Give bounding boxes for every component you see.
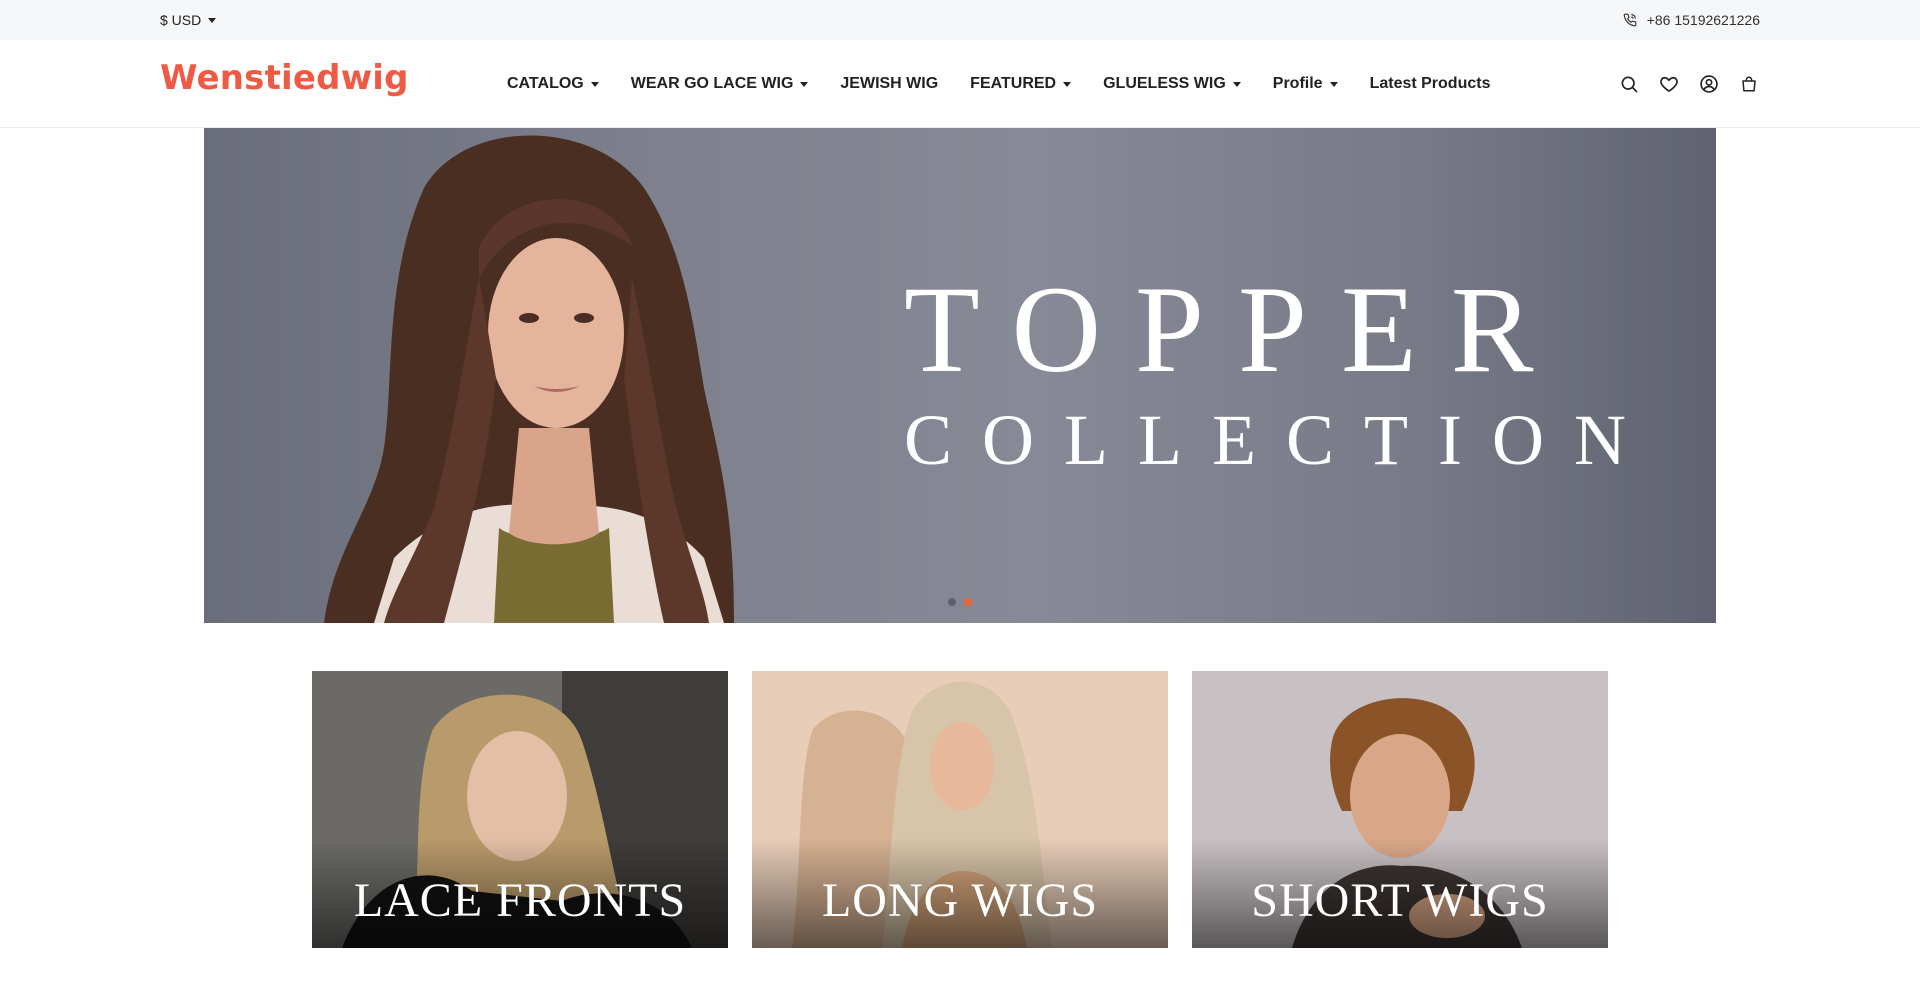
chevron-down-icon xyxy=(1329,81,1338,87)
category-card-lace-fronts[interactable]: LACE FRONTS xyxy=(312,671,728,948)
nav-item-profile[interactable]: Profile xyxy=(1273,75,1338,93)
phone-icon xyxy=(1623,13,1637,27)
nav-item-label: WEAR GO LACE WIG xyxy=(630,75,794,92)
nav-item-label: Profile xyxy=(1272,75,1323,92)
chevron-down-icon xyxy=(800,81,809,87)
nav-item-label: GLUELESS WIG xyxy=(1103,75,1226,92)
hero-subtitle: COLLECTION xyxy=(904,400,1656,480)
nav-item-jewish-wig[interactable]: JEWISH WIG xyxy=(840,75,938,93)
header-actions xyxy=(1600,40,1760,128)
category-label: LONG WIGS xyxy=(821,874,1099,927)
currency-selector[interactable]: $ USD xyxy=(160,0,217,40)
site-logo[interactable]: Wenstiedwig xyxy=(160,58,409,98)
category-card-long-wigs[interactable]: LONG WIGS xyxy=(752,671,1168,948)
nav-item-featured[interactable]: FEATURED xyxy=(970,75,1072,93)
nav-item-label: FEATURED xyxy=(970,75,1057,92)
chevron-down-icon xyxy=(1232,81,1241,87)
nav-item-catalog[interactable]: CATALOG xyxy=(507,75,599,93)
cart-icon[interactable] xyxy=(1738,73,1760,95)
hero-title: TOPPER xyxy=(904,261,1568,398)
slider-dot-2-active[interactable] xyxy=(964,598,972,606)
top-bar: $ USD +86 15192621226 xyxy=(0,0,1920,40)
category-label: LACE FRONTS xyxy=(353,874,687,927)
currency-label: $ USD xyxy=(160,12,202,28)
slider-pagination xyxy=(948,598,980,606)
main-nav: CATALOG WEAR GO LACE WIG JEWISH WIG FEAT… xyxy=(507,40,1490,128)
user-icon[interactable] xyxy=(1698,73,1720,95)
hero-banner[interactable]: TOPPER COLLECTION xyxy=(204,128,1716,623)
phone-number: +86 15192621226 xyxy=(1646,12,1760,28)
slider-dot-1[interactable] xyxy=(948,598,956,606)
category-card-short-wigs[interactable]: SHORT WIGS xyxy=(1192,671,1608,948)
chevron-down-icon xyxy=(208,17,217,23)
chevron-down-icon xyxy=(1063,81,1072,87)
nav-item-label: CATALOG xyxy=(507,75,584,92)
chevron-down-icon xyxy=(590,81,599,87)
heart-icon[interactable] xyxy=(1658,73,1680,95)
category-cards: LACE FRONTS LONG WIGS SHORT WIGS xyxy=(312,671,1608,948)
nav-item-label: JEWISH WIG xyxy=(840,75,939,92)
nav-item-wear-go-lace-wig[interactable]: WEAR GO LACE WIG xyxy=(631,75,809,93)
nav-item-latest-products[interactable]: Latest Products xyxy=(1370,75,1491,93)
phone-contact[interactable]: +86 15192621226 xyxy=(1623,0,1760,40)
category-label: SHORT WIGS xyxy=(1251,874,1549,927)
search-icon[interactable] xyxy=(1618,73,1640,95)
site-header: Wenstiedwig CATALOG WEAR GO LACE WIG JEW… xyxy=(0,40,1920,128)
nav-item-label: Latest Products xyxy=(1369,75,1491,92)
nav-item-glueless-wig[interactable]: GLUELESS WIG xyxy=(1103,75,1241,93)
